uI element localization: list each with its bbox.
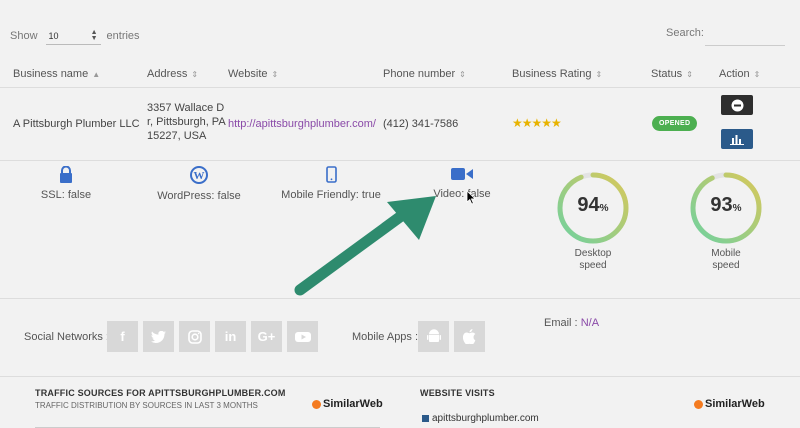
wordpress-icon: W xyxy=(190,166,208,184)
show-label: Show xyxy=(10,30,38,42)
linkedin-icon[interactable]: in xyxy=(215,321,246,352)
apple-icon[interactable] xyxy=(454,321,485,352)
desktop-speed-label: Desktop speed xyxy=(574,248,612,271)
similarweb-icon xyxy=(694,399,703,409)
traffic-panel-title: TRAFFIC SOURCES FOR APITTSBURGHPLUMBER.C… xyxy=(35,388,286,398)
ssl-feature: SSL: false xyxy=(30,166,102,201)
desktop-speed-gauge: 94% Desktop speed xyxy=(555,170,631,272)
desktop-speed-value: 94% xyxy=(577,194,609,216)
section-divider xyxy=(0,298,800,299)
col-status[interactable]: Status ⇕ xyxy=(651,68,693,80)
disable-button[interactable] xyxy=(721,95,753,115)
select-arrows-icon: ▲ ▼ xyxy=(90,28,98,42)
youtube-icon[interactable] xyxy=(287,321,318,352)
sort-asc-icon: ▲ xyxy=(92,70,101,79)
stats-button[interactable] xyxy=(721,129,753,149)
phone-number: (412) 341-7586 xyxy=(383,118,459,130)
col-business-name[interactable]: Business name ▲ xyxy=(13,68,100,80)
android-icon[interactable] xyxy=(418,321,449,352)
mouse-cursor-icon xyxy=(466,190,476,205)
similarweb-logo: SimilarWeb xyxy=(312,398,383,410)
sort-icon: ⇕ xyxy=(686,70,693,79)
mobile-friendly-feature: Mobile Friendly: true xyxy=(278,166,384,201)
sort-icon: ⇕ xyxy=(459,70,466,79)
sort-icon: ⇕ xyxy=(595,70,603,79)
col-action[interactable]: Action ⇕ xyxy=(719,68,760,80)
minus-circle-icon xyxy=(731,99,743,111)
sort-icon: ⇕ xyxy=(271,70,279,79)
lock-icon xyxy=(60,166,72,183)
email-info: Email : N/A xyxy=(544,317,599,329)
address: 3357 Wallace D r, Pittsburgh, PA 15227, … xyxy=(147,102,226,142)
col-address[interactable]: Address ⇕ xyxy=(147,68,198,80)
mobile-speed-value: 93% xyxy=(710,194,742,216)
mobile-speed-label: Mobile speed xyxy=(711,248,741,271)
table-row: A Pittsburgh Plumber LLC 3357 Wallace D … xyxy=(0,89,800,161)
svg-text:W: W xyxy=(194,170,205,182)
google-plus-icon[interactable]: G+ xyxy=(251,321,282,352)
similarweb-icon xyxy=(312,399,321,409)
video-camera-icon xyxy=(451,168,473,180)
entries-value: 10 xyxy=(48,30,59,41)
social-networks-label: Social Networks : xyxy=(24,331,109,343)
col-rating[interactable]: Business Rating ⇕ xyxy=(512,68,602,80)
entries-select[interactable]: 10 ▲ ▼ xyxy=(45,27,101,45)
email-label: Email : xyxy=(544,317,578,329)
star-rating: ★★★★★ xyxy=(512,116,562,130)
legend-swatch xyxy=(422,415,429,422)
mobile-phone-icon xyxy=(325,166,337,183)
business-name: A Pittsburgh Plumber LLC xyxy=(13,118,140,130)
wordpress-feature: W WordPress: false xyxy=(152,166,246,202)
sort-icon: ⇕ xyxy=(753,70,761,79)
facebook-icon[interactable]: f xyxy=(107,321,138,352)
section-divider xyxy=(0,376,800,377)
entries-control: Show 10 ▲ ▼ entries xyxy=(10,27,140,45)
visits-legend: apittsburghplumber.com xyxy=(422,413,539,424)
similarweb-logo: SimilarWeb xyxy=(694,398,765,410)
mobile-speed-gauge: 93% Mobile speed xyxy=(688,170,764,272)
visits-panel-title: WEBSITE VISITS xyxy=(420,388,495,398)
status-badge: OPENED xyxy=(652,116,698,131)
search-label: Search: xyxy=(666,27,704,39)
col-website[interactable]: Website ⇕ xyxy=(228,68,278,80)
search-input[interactable] xyxy=(705,24,785,46)
video-feature: Video: false xyxy=(428,166,496,200)
website-link[interactable]: http://apittsburghplumber.com/ xyxy=(228,118,376,130)
instagram-icon[interactable] xyxy=(179,321,210,352)
table-header: Business name ▲ Address ⇕ Website ⇕ Phone n… xyxy=(0,60,800,88)
twitter-icon[interactable] xyxy=(143,321,174,352)
entries-label: entries xyxy=(106,30,140,42)
col-phone[interactable]: Phone number ⇕ xyxy=(383,68,466,80)
mobile-apps-label: Mobile Apps : xyxy=(352,331,419,343)
sort-icon: ⇕ xyxy=(191,70,199,79)
bar-chart-icon xyxy=(730,135,744,145)
email-value: N/A xyxy=(580,317,600,329)
